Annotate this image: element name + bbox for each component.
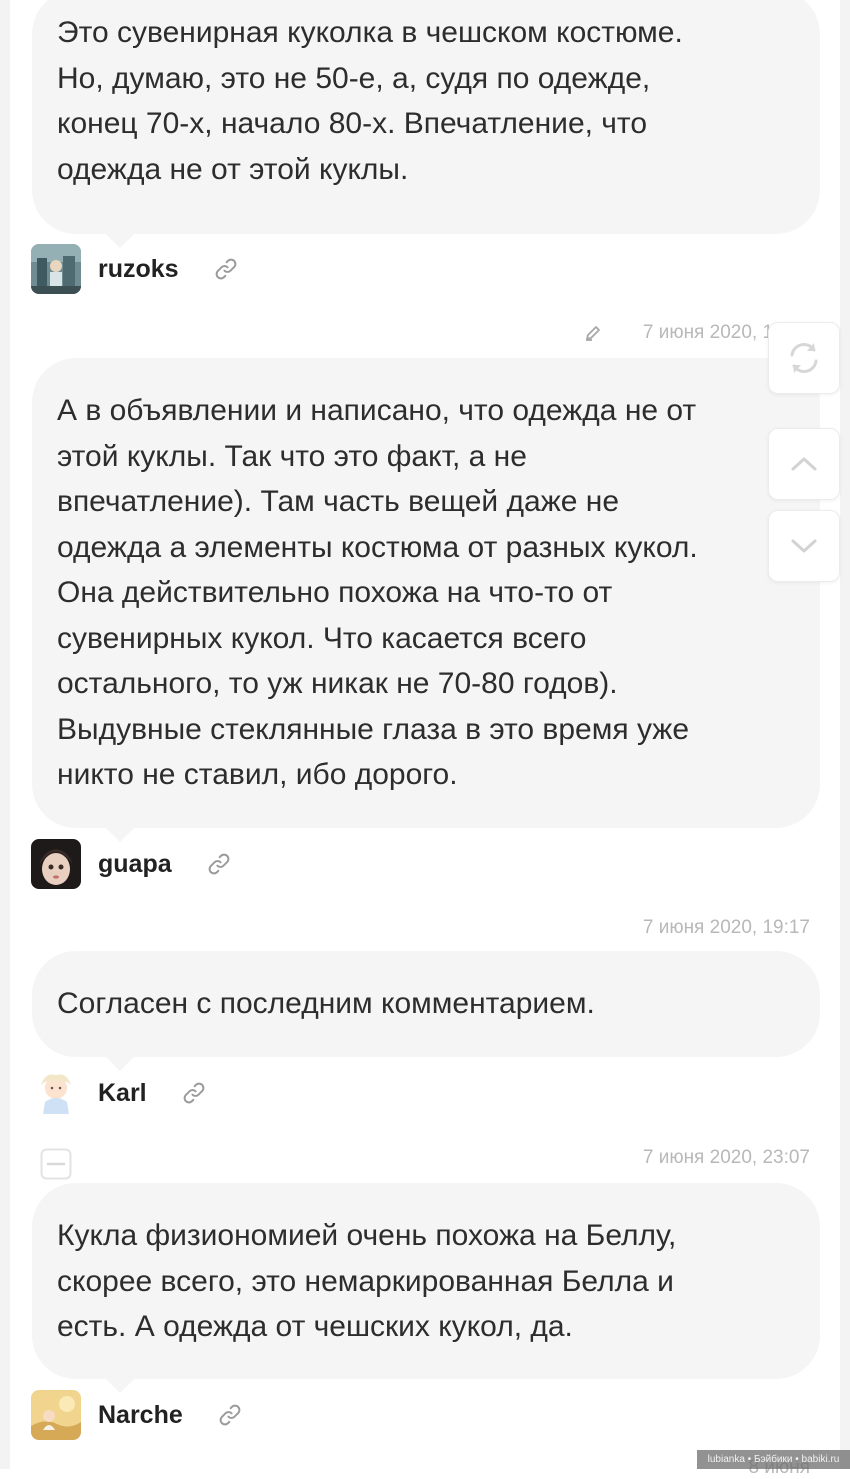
minus-square-icon[interactable]	[40, 1148, 72, 1180]
comment-text: Кукла физиономией очень похожа на Беллу,…	[57, 1219, 677, 1343]
pencil-icon[interactable]	[583, 323, 603, 343]
watermark: lubianka • Бэйбики • babiki.ru	[697, 1450, 850, 1469]
author-name[interactable]: Narche	[98, 1401, 183, 1430]
comment-author: Narche	[31, 1390, 243, 1440]
chevron-up-icon	[791, 457, 817, 471]
scroll-down-button[interactable]	[768, 510, 840, 582]
comment-bubble: А в объявлении и написано, что одежда не…	[32, 358, 820, 828]
avatar[interactable]	[31, 1068, 81, 1118]
comment-bubble: Это сувенирная куколка в чешском костюме…	[32, 0, 820, 234]
author-name[interactable]: Karl	[98, 1079, 147, 1108]
link-icon[interactable]	[213, 256, 239, 282]
refresh-button[interactable]	[768, 322, 840, 394]
avatar[interactable]	[31, 1390, 81, 1440]
comment-author: Karl	[31, 1068, 207, 1118]
comment-date: 7 июня 2020, 19:17	[642, 917, 810, 938]
author-name[interactable]: ruzoks	[98, 255, 179, 284]
comment-text: Согласен с последним комментарием.	[57, 987, 595, 1020]
comment-bubble: Кукла физиономией очень похожа на Беллу,…	[32, 1183, 820, 1379]
avatar[interactable]	[31, 244, 81, 294]
comment-author: guapa	[31, 839, 232, 889]
refresh-icon	[790, 343, 818, 373]
avatar-image	[31, 244, 81, 294]
link-icon[interactable]	[181, 1080, 207, 1106]
comment-text: Это сувенирная куколка в чешском костюме…	[57, 16, 683, 186]
avatar-image	[31, 839, 81, 889]
chevron-down-icon	[791, 539, 817, 553]
comment-date: 7 июня 2020, 23:07	[642, 1147, 810, 1168]
author-name[interactable]: guapa	[98, 850, 172, 879]
comment-bubble: Согласен с последним комментарием.	[32, 951, 820, 1057]
link-icon[interactable]	[206, 851, 232, 877]
comment-text: А в объявлении и написано, что одежда не…	[57, 394, 698, 791]
scroll-up-button[interactable]	[768, 428, 840, 500]
link-icon[interactable]	[217, 1402, 243, 1428]
comments-page: Это сувенирная куколка в чешском костюме…	[0, 0, 850, 1478]
avatar-image	[31, 1068, 81, 1118]
avatar[interactable]	[31, 839, 81, 889]
comment-author: ruzoks	[31, 244, 239, 294]
avatar-image	[31, 1390, 81, 1440]
